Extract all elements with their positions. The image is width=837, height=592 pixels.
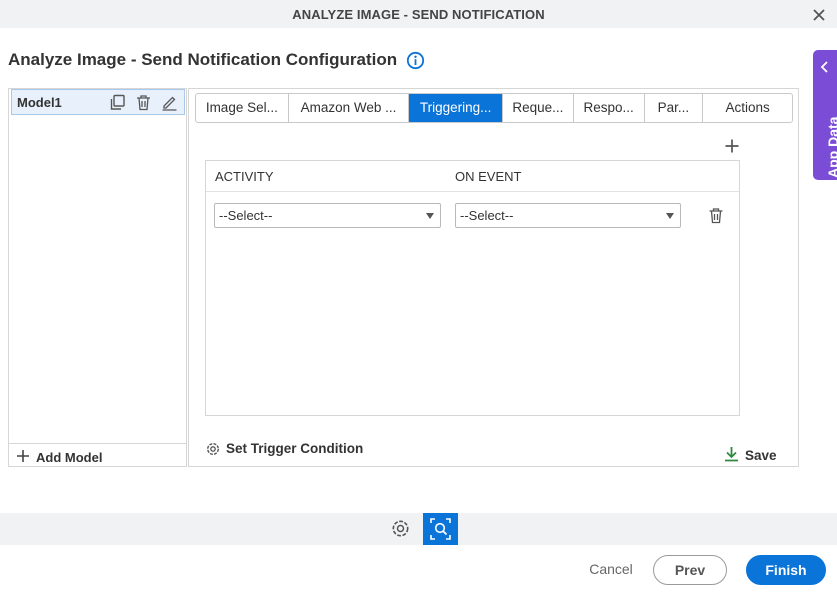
close-icon[interactable] [810, 6, 828, 24]
download-save-icon [725, 447, 738, 462]
model-list-panel: Model1 Add Model [8, 88, 187, 467]
chevron-left-icon [820, 61, 828, 73]
trigger-table: ACTIVITY ON EVENT --Select-- --Select-- [205, 160, 740, 416]
settings-gear-icon[interactable] [390, 518, 411, 539]
gear-icon [206, 442, 220, 456]
on-event-column-header: ON EVENT [455, 169, 522, 184]
activity-column-header: ACTIVITY [215, 169, 274, 184]
delete-row-icon[interactable] [708, 207, 724, 224]
footer-toolbar [0, 513, 837, 545]
tab-image-source[interactable]: Image Sel... [196, 94, 289, 122]
tab-amazon-web-services[interactable]: Amazon Web ... [289, 94, 410, 122]
page-title: Analyze Image - Send Notification Config… [8, 50, 398, 69]
model-list-item[interactable]: Model1 [11, 89, 185, 115]
tab-request[interactable]: Reque... [503, 94, 574, 122]
image-analysis-button[interactable] [423, 513, 458, 545]
copy-icon[interactable] [109, 94, 126, 111]
model-name: Model1 [17, 95, 62, 110]
plus-icon [17, 450, 29, 462]
save-label: Save [745, 448, 777, 463]
activity-select[interactable]: --Select-- [214, 203, 441, 228]
dropdown-arrow-icon [666, 213, 674, 219]
on-event-select-value: --Select-- [460, 208, 514, 223]
prev-button[interactable]: Prev [653, 555, 727, 585]
finish-button[interactable]: Finish [746, 555, 826, 585]
cancel-button[interactable]: Cancel [580, 555, 642, 585]
tab-actions[interactable]: Actions [703, 94, 792, 122]
configuration-panel: Image Sel... Amazon Web ... Triggering..… [188, 88, 799, 467]
app-data-label: App Data [825, 116, 837, 178]
info-icon[interactable] [406, 51, 425, 70]
add-model-button[interactable]: Add Model [9, 443, 186, 467]
window-title: ANALYZE IMAGE - SEND NOTIFICATION [292, 7, 545, 22]
add-row-icon[interactable] [724, 138, 740, 154]
dropdown-arrow-icon [426, 213, 434, 219]
delete-icon[interactable] [135, 94, 152, 111]
image-scan-icon [430, 518, 451, 540]
tab-parameters[interactable]: Par... [645, 94, 704, 122]
edit-icon[interactable] [161, 94, 178, 111]
activity-select-value: --Select-- [219, 208, 273, 223]
tab-triggering-events[interactable]: Triggering... [409, 94, 503, 122]
save-button[interactable]: Save [724, 446, 784, 464]
tab-response[interactable]: Respo... [574, 94, 645, 122]
app-data-panel-toggle[interactable]: App Data [813, 50, 837, 180]
header-divider [206, 191, 739, 192]
set-trigger-condition-label: Set Trigger Condition [226, 441, 364, 456]
add-model-label: Add Model [36, 450, 103, 465]
on-event-select[interactable]: --Select-- [455, 203, 681, 228]
tab-bar: Image Sel... Amazon Web ... Triggering..… [195, 93, 793, 123]
window-titlebar: ANALYZE IMAGE - SEND NOTIFICATION [0, 0, 837, 28]
